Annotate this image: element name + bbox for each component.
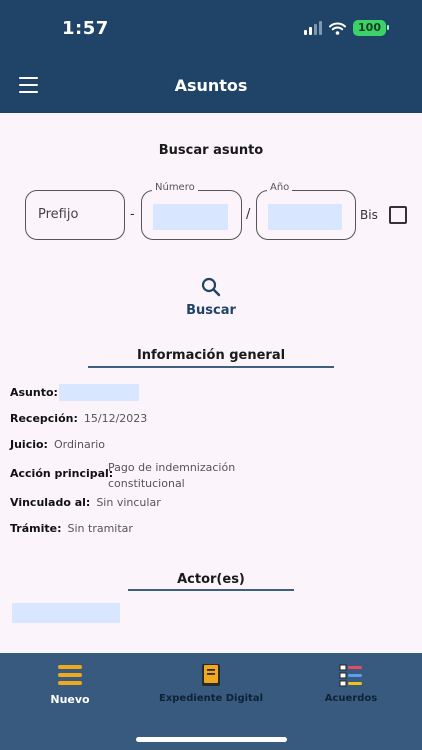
recepcion-label: Recepción: [10,412,78,425]
tramite-value: Sin tramitar [67,522,133,535]
tramite-row: Trámite: Sin tramitar [10,522,133,535]
accion-row: Acción principal: [10,467,113,480]
search-title: Buscar asunto [158,143,264,158]
accion-value: Pago de indemnización constitucional [108,460,235,492]
accion-value-line2: constitucional [108,477,185,490]
year-field[interactable]: Año [256,182,356,240]
bis-label: Bis [360,208,378,222]
number-field[interactable]: Número [141,182,242,240]
bottom-tab-bar: Nuevo Expediente Digital Acuerdos [0,653,422,750]
accion-label: Acción principal: [10,467,114,480]
year-field-value [268,204,342,230]
vinculado-row: Vinculado al: Sin vincular [10,496,161,509]
actors-title: Actor(es) [177,572,245,587]
accion-value-line1: Pago de indemnización [108,461,236,474]
book-icon [202,664,220,686]
dash-separator: - [130,207,135,222]
tab-expediente-label: Expediente Digital [158,693,264,704]
tab-nuevo-label: Nuevo [50,693,90,706]
juicio-value: Ordinario [53,438,105,451]
app-header: 1:57 100 Asuntos [0,0,422,113]
juicio-label: Juicio: [10,438,48,451]
actor-item [12,603,120,623]
page-title: Asuntos [174,76,248,95]
battery-indicator: 100 [353,20,389,36]
number-field-value [153,204,228,230]
general-info-underline [88,366,334,368]
menu-lines-icon [58,665,82,685]
list-numbered-icon [339,664,362,687]
home-indicator[interactable] [136,737,287,742]
search-button-label: Buscar [186,303,236,318]
asunto-value [59,384,139,401]
cellular-signal-icon [304,21,323,35]
number-field-label: Número [152,182,198,193]
vinculado-value: Sin vincular [96,496,161,509]
tab-expediente-digital[interactable]: Expediente Digital [156,663,266,704]
asunto-label: Asunto: [10,386,58,399]
prefix-placeholder: Prefijo [38,207,79,222]
vinculado-label: Vinculado al: [10,496,91,509]
recepcion-row: Recepción: 15/12/2023 [10,412,147,425]
tab-acuerdos-label: Acuerdos [324,693,378,704]
year-field-label: Año [267,182,293,193]
tramite-label: Trámite: [10,522,62,535]
bis-checkbox[interactable] [389,206,407,224]
status-icons: 100 [304,20,389,36]
asunto-row: Asunto: [10,386,58,399]
general-info-title: Información general [136,348,286,363]
prefix-field[interactable]: Prefijo [25,190,125,240]
slash-separator: / [246,207,251,222]
wifi-icon [329,22,347,35]
tab-acuerdos[interactable]: Acuerdos [316,663,386,704]
recepcion-value: 15/12/2023 [83,412,148,425]
actors-underline [128,589,294,591]
search-icon [201,277,221,297]
status-time: 1:57 [62,18,109,39]
juicio-row: Juicio: Ordinario [10,438,105,451]
tab-nuevo[interactable]: Nuevo [38,663,102,706]
search-button[interactable]: Buscar [180,277,242,318]
